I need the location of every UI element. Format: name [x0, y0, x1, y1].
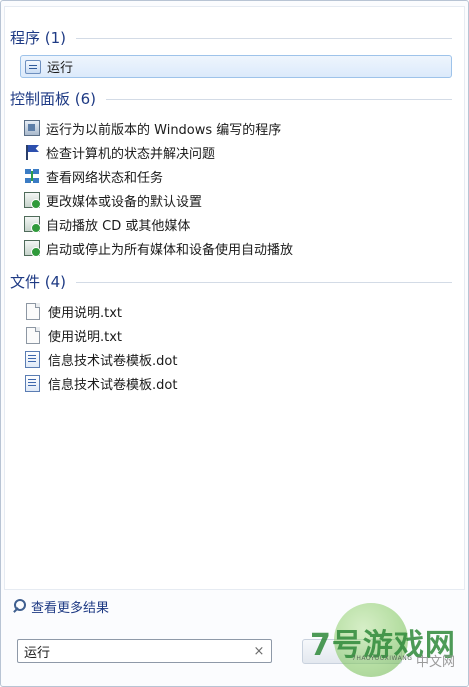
result-item-label: 信息技术试卷模板.dot [48, 353, 178, 369]
see-more-results-label: 查看更多结果 [31, 600, 110, 616]
result-item-autoplay-toggle[interactable]: 启动或停止为所有媒体和设备使用自动播放 [20, 237, 452, 259]
result-item-file[interactable]: 信息技术试卷模板.dot [20, 372, 452, 394]
watermark-cn-text: 中文网 [416, 655, 456, 670]
result-item-file[interactable]: 使用说明.txt [20, 300, 452, 322]
search-input[interactable] [18, 643, 251, 659]
text-file-icon [26, 302, 40, 320]
section-divider [106, 98, 452, 100]
result-item-action-center[interactable]: 检查计算机的状态并解决问题 [20, 141, 452, 163]
network-icon [24, 168, 40, 184]
result-item-label: 自动播放 CD 或其他媒体 [46, 218, 191, 234]
result-item-label: 检查计算机的状态并解决问题 [46, 146, 216, 162]
watermark-subtext: 7HAOYOUXIWANG [352, 655, 413, 662]
autoplay-icon [24, 192, 41, 209]
section-title-control-panel[interactable]: 控制面板 (6) [10, 88, 96, 109]
section-divider [76, 37, 452, 39]
autoplay-icon [24, 240, 41, 257]
section-title-files[interactable]: 文件 (4) [10, 271, 66, 292]
run-icon [25, 59, 41, 74]
result-item-media-defaults[interactable]: 更改媒体或设备的默认设置 [20, 189, 452, 211]
result-item-label: 更改媒体或设备的默认设置 [46, 194, 203, 210]
section-title-programs[interactable]: 程序 (1) [10, 27, 66, 48]
see-more-results-link[interactable]: 查看更多结果 [12, 596, 109, 616]
search-icon [12, 599, 26, 613]
section-header-control-panel: 控制面板 (6) [10, 87, 452, 109]
clear-search-icon[interactable]: × [251, 644, 267, 659]
section-divider [76, 281, 452, 283]
result-item-autoplay-cd[interactable]: 自动播放 CD 或其他媒体 [20, 213, 452, 235]
action-center-flag-icon [24, 144, 40, 160]
result-item-label: 信息技术试卷模板.dot [48, 377, 178, 393]
section-header-files: 文件 (4) [10, 270, 452, 292]
result-item-label: 查看网络状态和任务 [46, 170, 164, 186]
result-item-file[interactable]: 使用说明.txt [20, 324, 452, 346]
search-box[interactable]: × [17, 639, 272, 663]
result-item-compatibility[interactable]: 运行为以前版本的 Windows 编写的程序 [20, 117, 452, 139]
result-item-file[interactable]: 信息技术试卷模板.dot [20, 348, 452, 370]
result-item-run[interactable]: 运行 [20, 55, 452, 78]
result-item-label: 启动或停止为所有媒体和设备使用自动播放 [46, 242, 294, 258]
autoplay-icon [24, 216, 41, 233]
result-item-label: 使用说明.txt [48, 329, 123, 345]
compatibility-icon [24, 120, 40, 136]
result-item-label: 运行 [47, 61, 74, 76]
word-template-icon [25, 374, 40, 392]
result-item-network[interactable]: 查看网络状态和任务 [20, 165, 452, 187]
text-file-icon [26, 326, 40, 344]
word-template-icon [25, 350, 40, 368]
result-item-label: 使用说明.txt [48, 305, 123, 321]
section-header-programs: 程序 (1) [10, 26, 452, 48]
result-item-label: 运行为以前版本的 Windows 编写的程序 [46, 122, 282, 138]
